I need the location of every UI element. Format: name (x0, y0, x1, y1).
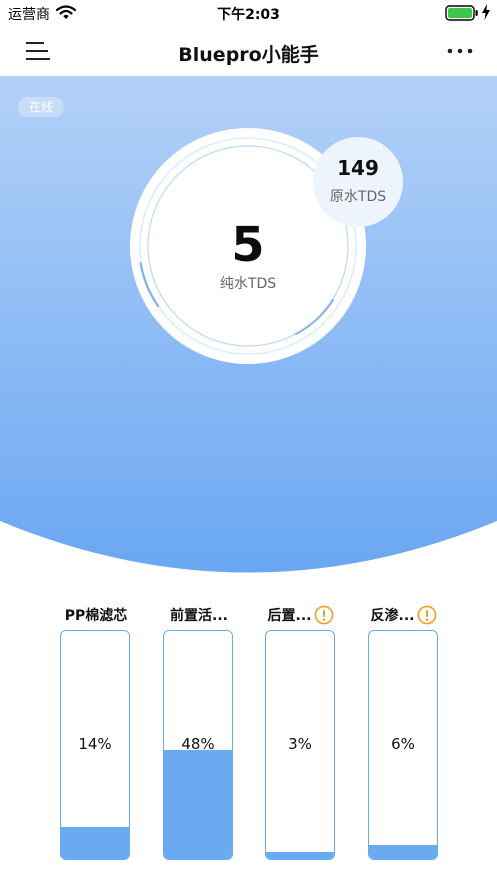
clock: 下午2:03 (217, 7, 280, 23)
charging-bolt-icon (482, 4, 490, 20)
more-dots-icon[interactable] (447, 44, 473, 58)
filter-card-pp[interactable]: PP棉滤芯 14% (60, 604, 130, 860)
filter-level-box: 3% (265, 630, 335, 860)
battery-icon (445, 5, 478, 21)
hamburger-menu-icon[interactable] (26, 40, 50, 62)
filter-name: 前置活... (170, 608, 228, 624)
filter-name: PP棉滤芯 (64, 608, 128, 624)
warning-icon (315, 605, 334, 625)
status-bar: 运营商 下午2:03 (0, 0, 497, 26)
filter-level-fill (266, 852, 334, 859)
warning-icon (418, 605, 437, 625)
pure-tds-value: 5 (231, 217, 265, 273)
filter-level-box: 6% (368, 630, 438, 860)
filter-percent: 48% (181, 735, 215, 753)
filter-header: 后置... (259, 604, 343, 626)
filter-percent: 6% (391, 735, 415, 753)
filter-card-post[interactable]: 后置... 3% (265, 604, 335, 860)
online-status-badge: 在线 (18, 97, 64, 117)
filter-name: 后置... (267, 608, 312, 624)
filter-header: PP棉滤芯 (54, 604, 138, 626)
filter-card-pre-carbon[interactable]: 前置活... 48% (163, 604, 233, 860)
page-title: Bluepro小能手 (178, 44, 319, 66)
raw-tds-value: 149 (337, 156, 379, 180)
filter-level-box: 14% (60, 630, 130, 860)
filter-percent: 14% (78, 735, 112, 753)
pure-tds-label: 纯水TDS (219, 276, 277, 292)
filter-name: 反渗... (370, 608, 415, 624)
filter-level-fill (61, 827, 129, 859)
raw-tds-label: 原水TDS (329, 189, 387, 205)
filter-card-ro[interactable]: 反渗... 6% (368, 604, 438, 860)
filter-header: 反渗... (362, 604, 446, 626)
nav-bar: Bluepro小能手 (0, 26, 497, 76)
filter-level-fill (369, 845, 437, 859)
filter-header: 前置活... (157, 604, 241, 626)
raw-tds-bubble (313, 137, 403, 227)
filter-level-box: 48% (163, 630, 233, 860)
filter-level-fill (164, 749, 232, 859)
filter-percent: 3% (288, 735, 312, 753)
